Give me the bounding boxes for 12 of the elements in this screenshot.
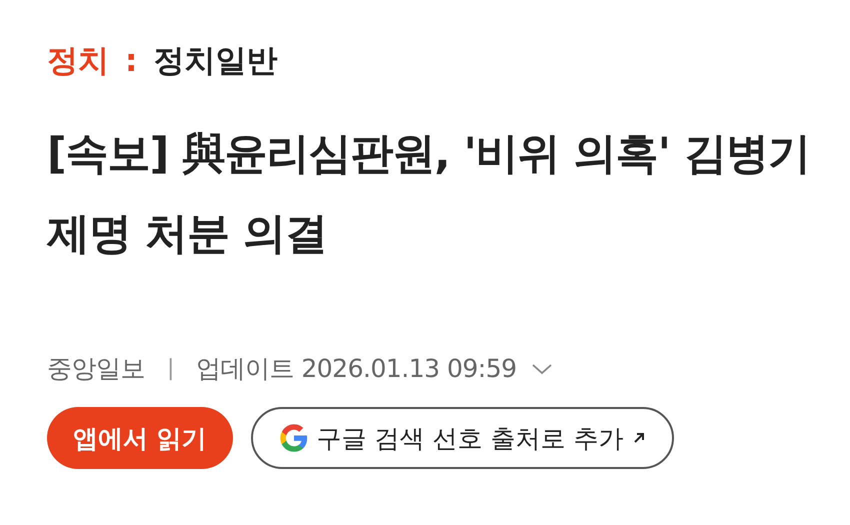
add-preferred-source-button[interactable]: 구글 검색 선호 출처로 추가 <box>250 407 674 469</box>
section-link[interactable]: 정치 <box>47 40 109 82</box>
meta-separator: | <box>166 356 175 381</box>
chevron-icon[interactable] <box>530 362 553 376</box>
breadcrumb-separator: : <box>125 43 138 79</box>
subsection-link[interactable]: 정치일반 <box>153 40 278 82</box>
headline: [속보] 與윤리심판원, '비위 의혹' 김병기 제명 처분 의결 <box>47 128 811 261</box>
open-in-app-button[interactable]: 앱에서 읽기 <box>47 407 233 469</box>
source-name: 중앙일보 <box>47 353 145 385</box>
google-icon <box>278 423 309 453</box>
updated-time: 업데이트 2026.01.13 09:59 <box>196 353 517 385</box>
external-arrow-icon <box>632 431 646 445</box>
